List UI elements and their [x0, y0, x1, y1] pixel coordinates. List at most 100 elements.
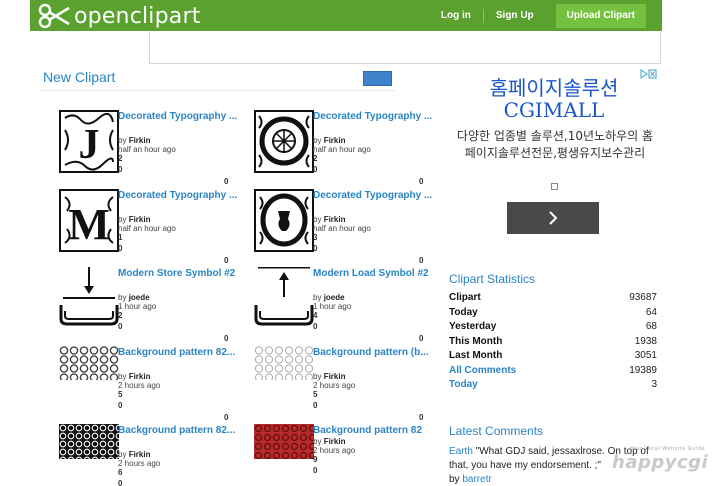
download-count: 5 — [313, 390, 318, 399]
upload-clipart-button[interactable]: Upload Clipart — [555, 3, 646, 28]
favorite-count: 0 — [313, 466, 318, 475]
clipart-card[interactable]: Background pattern (b... by Firkin 2 hou… — [254, 346, 444, 426]
comment-count: 0 — [224, 413, 229, 422]
stat-row: Clipart 93687 — [449, 292, 657, 307]
download-count: 5 — [118, 390, 123, 399]
stat-value: 3051 — [634, 350, 657, 361]
stat-row: All Comments 19389 — [449, 365, 657, 380]
stat-row: Today 64 — [449, 307, 657, 322]
new-clipart-title: New Clipart — [43, 69, 116, 85]
comment-count: 0 — [419, 256, 424, 265]
clipart-thumbnail[interactable] — [254, 267, 314, 330]
comment-count: 0 — [419, 334, 424, 343]
clipart-card[interactable]: Decorated Typography ... by Firkin half … — [254, 110, 444, 190]
clipart-card[interactable]: Background pattern 82... by Firkin 2 hou… — [59, 424, 249, 486]
favorite-count: 0 — [313, 401, 318, 410]
site-logo[interactable]: openclipart — [38, 2, 201, 30]
clipart-card[interactable]: Modern Load Symbol #2 by joede 1 hour ag… — [254, 267, 444, 347]
clipart-thumbnail[interactable] — [59, 424, 119, 486]
login-link[interactable]: Log in — [429, 10, 483, 21]
clipart-thumbnail[interactable] — [254, 189, 314, 252]
comment-by-label: by — [449, 474, 463, 485]
clipart-title[interactable]: Modern Load Symbol #2 — [313, 267, 443, 280]
clipart-thumbnail[interactable] — [254, 424, 314, 486]
chevron-right-icon — [549, 211, 558, 225]
clipart-thumbnail[interactable]: J — [59, 110, 119, 173]
favorite-count: 0 — [118, 322, 123, 331]
clipart-thumbnail[interactable]: M — [59, 189, 119, 252]
clipart-thumbnail[interactable] — [59, 267, 119, 330]
ad-headline[interactable]: 홈페이지솔루션 — [448, 72, 660, 101]
download-count: 6 — [118, 468, 123, 477]
stat-label: This Month — [449, 335, 503, 347]
clipart-thumbnail[interactable] — [254, 110, 314, 173]
clipart-card[interactable]: Background pattern 82 by Firkin 2 hours … — [254, 424, 444, 486]
download-count: 1 — [118, 233, 123, 242]
clipart-time: half an hour ago — [118, 224, 176, 233]
stat-label: Yesterday — [449, 321, 497, 332]
download-count: 3 — [313, 233, 318, 242]
favorite-count: 0 — [118, 165, 123, 174]
clipart-time: 1 hour ago — [313, 302, 352, 311]
stat-label: Clipart — [449, 292, 481, 303]
stat-value: 64 — [645, 306, 657, 318]
favorite-count: 0 — [118, 401, 123, 410]
favorite-count: 0 — [118, 479, 123, 486]
clipart-title[interactable]: Background pattern (b... — [313, 346, 443, 359]
signup-link[interactable]: Sign Up — [484, 10, 546, 21]
clipart-thumbnail[interactable] — [254, 346, 314, 409]
stat-value: 19389 — [629, 364, 657, 376]
stat-value: 3 — [651, 379, 657, 390]
ad-brand[interactable]: CGIMALL — [448, 98, 660, 122]
stats-table: Clipart 93687 Today 64 Yesterday 68 This Mo… — [449, 292, 657, 394]
download-count: 2 — [118, 154, 123, 163]
comment-count: 0 — [224, 177, 229, 186]
section-divider — [40, 90, 395, 91]
today-comments-link[interactable]: Today — [449, 379, 478, 394]
watermark-logo: happycgi Your Local Website Guide — [612, 446, 709, 473]
stat-row: This Month 1938 — [449, 336, 657, 351]
download-count: 4 — [313, 311, 318, 320]
clipart-title[interactable]: Background pattern 82 — [313, 424, 443, 437]
comment-subject-link[interactable]: Earth — [449, 446, 473, 457]
clipart-title[interactable]: Decorated Typography ... — [118, 110, 248, 123]
comment-count: 0 — [419, 177, 424, 186]
download-count: 2 — [118, 311, 123, 320]
favorite-count: 0 — [313, 322, 318, 331]
comment-author-link[interactable]: barretr — [462, 474, 491, 485]
favorite-count: 0 — [313, 244, 318, 253]
clipart-card[interactable]: J Decorated Typography ... by Firkin hal… — [59, 110, 249, 190]
stat-value: 93687 — [629, 292, 657, 303]
clipart-title[interactable]: Decorated Typography ... — [313, 189, 443, 202]
all-comments-link[interactable]: All Comments — [449, 365, 516, 380]
clipart-title[interactable]: Background pattern 82... — [118, 424, 248, 437]
clipart-time: 1 hour ago — [118, 302, 157, 311]
watermark-text: happycgi — [612, 452, 709, 473]
favorite-count: 0 — [313, 165, 318, 174]
clipart-time: 2 hours ago — [313, 446, 356, 455]
clipart-time: half an hour ago — [313, 145, 371, 154]
stat-value: 1938 — [634, 335, 657, 347]
comment-count: 0 — [224, 334, 229, 343]
svg-text:M: M — [68, 200, 110, 249]
top-header: openclipart Log in Sign Up Upload Clipar… — [30, 0, 662, 31]
clipart-card[interactable]: M Decorated Typography ... by Firkin hal… — [59, 189, 249, 269]
svg-text:J: J — [79, 122, 100, 168]
clipart-title[interactable]: Decorated Typography ... — [118, 189, 248, 202]
clipart-thumbnail[interactable] — [59, 346, 119, 409]
latest-comments-title: Latest Comments — [449, 424, 544, 438]
clipart-card[interactable]: Decorated Typography ... by Firkin half … — [254, 189, 444, 269]
view-toggle-button[interactable] — [363, 71, 392, 86]
ad-next-button[interactable] — [507, 202, 599, 234]
stat-label: Today — [449, 306, 478, 318]
clipart-title[interactable]: Modern Store Symbol #2 — [118, 267, 248, 280]
clipart-title[interactable]: Background pattern 82... — [118, 346, 248, 359]
scissors-icon — [38, 3, 70, 29]
clipart-card[interactable]: Modern Store Symbol #2 by joede 1 hour a… — [59, 267, 249, 347]
clipart-title[interactable]: Decorated Typography ... — [313, 110, 443, 123]
top-ad-banner[interactable] — [149, 31, 661, 64]
clipart-card[interactable]: Background pattern 82... by Firkin 2 hou… — [59, 346, 249, 426]
download-count: 2 — [313, 154, 318, 163]
favorite-count: 0 — [118, 244, 123, 253]
watermark-tagline: Your Local Website Guide — [630, 446, 706, 452]
